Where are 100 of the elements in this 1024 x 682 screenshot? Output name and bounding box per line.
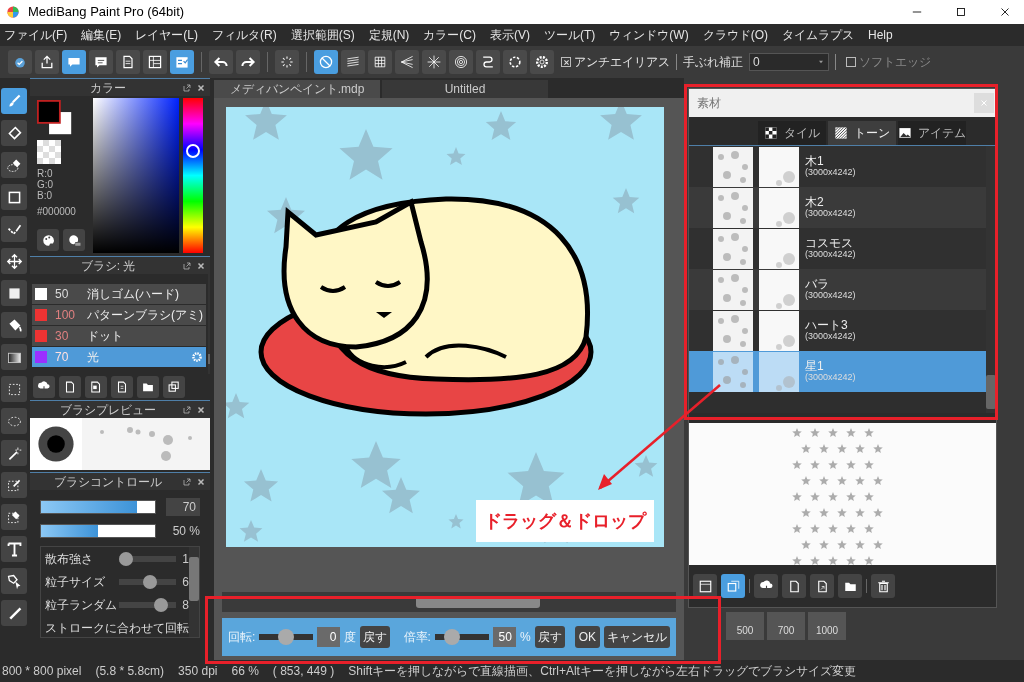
menu-item[interactable]: 編集(E) <box>81 26 122 44</box>
lasso-eraser-tool[interactable] <box>1 152 27 178</box>
redo-button[interactable] <box>236 50 260 74</box>
square-tool[interactable] <box>1 184 27 210</box>
menu-item[interactable]: 選択範囲(S) <box>290 26 355 44</box>
color-gradient-picker[interactable] <box>93 98 179 253</box>
parallel-lines-button[interactable] <box>341 50 365 74</box>
copy-file-button[interactable] <box>85 376 107 398</box>
eraser-tool[interactable] <box>1 120 27 146</box>
material-list-item[interactable]: 木2 (3000x4242) <box>689 187 986 228</box>
document-tab[interactable]: メディバンペイント.mdp <box>214 80 380 98</box>
slider-track[interactable] <box>40 500 157 514</box>
brush-list-item[interactable]: 50 消しゴム(ハード) <box>32 284 206 304</box>
burst-button[interactable] <box>422 50 446 74</box>
bucket-tool[interactable] <box>1 312 27 338</box>
color-swatches-drawing[interactable] <box>37 100 73 136</box>
scrollbar[interactable] <box>189 547 199 637</box>
slider-thumb[interactable] <box>444 629 461 645</box>
size-preset-button[interactable]: 1000 <box>808 612 846 640</box>
sparkle-button[interactable] <box>275 50 299 74</box>
slider-thumb[interactable] <box>142 575 157 589</box>
value-field[interactable]: 0 <box>317 627 341 647</box>
undo-button[interactable] <box>209 50 233 74</box>
checkbox[interactable] <box>561 57 571 67</box>
pointer-tool[interactable] <box>1 568 27 594</box>
scrollbar[interactable] <box>986 146 996 413</box>
menu-item[interactable]: フィルタ(R) <box>212 26 277 44</box>
speech-bubble-button[interactable] <box>62 50 86 74</box>
menu-item[interactable]: レイヤー(L) <box>135 26 198 44</box>
delete-button[interactable] <box>871 574 895 598</box>
menu-item[interactable]: タイムラプス <box>782 26 854 44</box>
popout-icon[interactable] <box>182 476 192 487</box>
text-tool[interactable] <box>1 536 27 562</box>
settings-button[interactable] <box>530 50 554 74</box>
material-tab[interactable]: アイテム <box>898 121 966 145</box>
select-pen-tool[interactable] <box>1 472 27 498</box>
brush-list-item[interactable]: 30 ドット <box>32 326 206 346</box>
circle-button[interactable] <box>503 50 527 74</box>
transparent-swatch[interactable] <box>37 140 61 164</box>
settings-icon[interactable] <box>191 351 203 363</box>
close-icon[interactable] <box>196 82 206 93</box>
duplicate-button[interactable] <box>163 376 185 398</box>
document-button[interactable] <box>116 50 140 74</box>
slider-thumb[interactable] <box>153 598 168 613</box>
material-tab[interactable]: タイル <box>758 121 826 145</box>
share-button[interactable] <box>35 50 59 74</box>
size-preset-button[interactable]: 500 <box>726 612 764 640</box>
menu-item[interactable]: カラー(C) <box>423 26 476 44</box>
menu-item[interactable]: クラウド(O) <box>702 26 768 44</box>
slider-thumb[interactable] <box>278 629 295 645</box>
slider-track[interactable] <box>40 524 157 538</box>
stabilizer-dropdown[interactable]: 0 <box>749 53 829 71</box>
brush-list-item[interactable]: 100 パターンブラシ(アミ) <box>32 305 206 325</box>
gradient-tool[interactable] <box>1 344 27 370</box>
folder-button[interactable] <box>137 376 159 398</box>
popout-icon[interactable] <box>182 82 192 93</box>
close-icon[interactable] <box>196 476 206 487</box>
grid-button[interactable] <box>368 50 392 74</box>
rectangle-select-tool[interactable] <box>1 376 27 402</box>
curve-button[interactable] <box>476 50 500 74</box>
palette-button[interactable] <box>63 229 85 251</box>
magic-wand-tool[interactable] <box>1 440 27 466</box>
table-button[interactable] <box>143 50 167 74</box>
cloud-download-button[interactable] <box>33 376 55 398</box>
brush-tool[interactable] <box>1 88 27 114</box>
maximize-icon[interactable] <box>954 5 968 19</box>
cloud-download-button[interactable] <box>754 574 778 598</box>
paste-button[interactable] <box>721 574 745 598</box>
cancel-button[interactable]: キャンセル <box>604 626 670 648</box>
menu-item[interactable]: Help <box>868 26 893 44</box>
fill-square-tool[interactable] <box>1 280 27 306</box>
menu-item[interactable]: 表示(V) <box>490 26 530 44</box>
script-file-button[interactable] <box>111 376 133 398</box>
checklist-button[interactable] <box>170 50 194 74</box>
menu-item[interactable]: ツール(T) <box>544 26 596 44</box>
ok-button[interactable]: OK <box>574 626 600 648</box>
menu-item[interactable]: 定規(N) <box>368 26 410 44</box>
window-button[interactable] <box>693 574 717 598</box>
new-file-button[interactable] <box>59 376 81 398</box>
no-ruler-button[interactable] <box>314 50 338 74</box>
select-eraser-tool[interactable] <box>1 504 27 530</box>
close-icon[interactable] <box>196 260 206 271</box>
popout-icon[interactable] <box>182 404 192 415</box>
reset-button[interactable]: 戻す <box>534 626 565 648</box>
popout-icon[interactable] <box>182 260 192 271</box>
lasso-tool[interactable] <box>1 408 27 434</box>
checkbox[interactable] <box>846 57 856 67</box>
value-field[interactable]: 50 <box>492 627 516 647</box>
dotted-pen-tool[interactable] <box>1 216 27 242</box>
comment-button[interactable] <box>89 50 113 74</box>
import-file-button[interactable] <box>810 574 834 598</box>
slider-thumb[interactable] <box>118 551 133 566</box>
concentric-circles-button[interactable] <box>449 50 473 74</box>
size-preset-button[interactable]: 700 <box>767 612 805 640</box>
reset-button[interactable]: 戻す <box>360 626 391 648</box>
move-tool[interactable] <box>1 248 27 274</box>
knife-tool[interactable] <box>1 600 27 626</box>
palette-button[interactable] <box>37 229 59 251</box>
menu-item[interactable]: ウィンドウ(W) <box>609 26 689 44</box>
new-file-button[interactable] <box>782 574 806 598</box>
